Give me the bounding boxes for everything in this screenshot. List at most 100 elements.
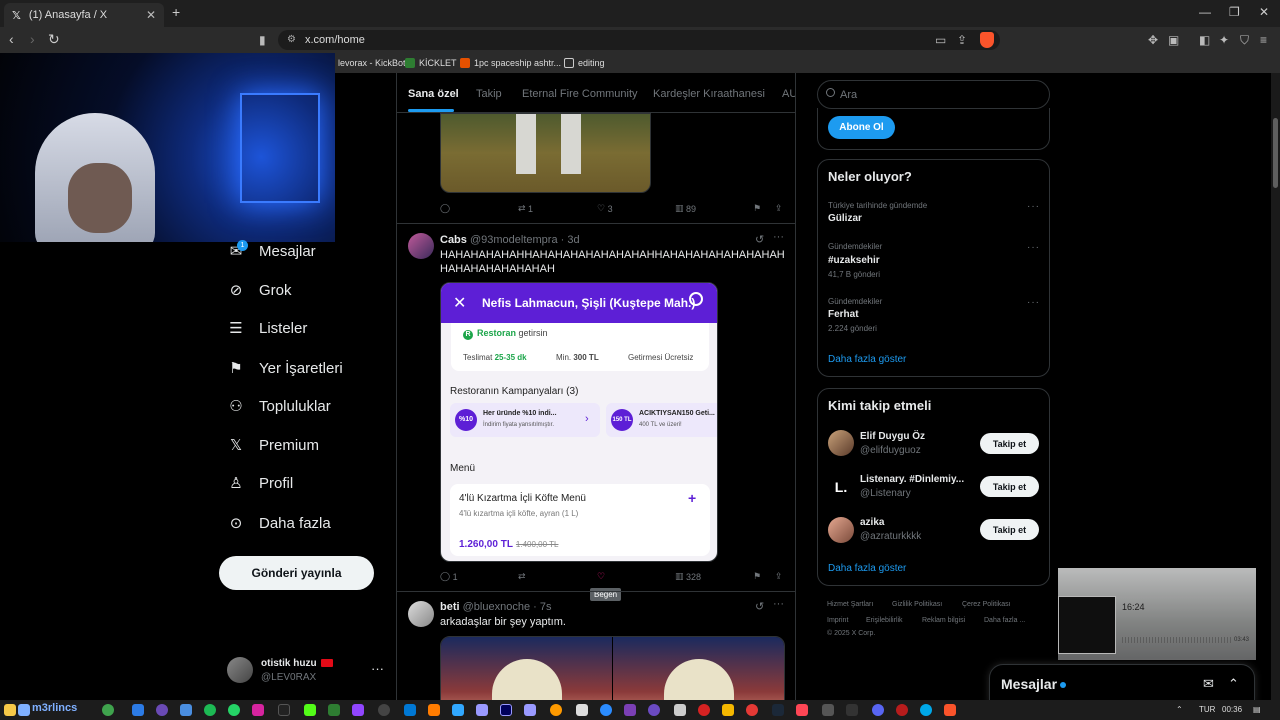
footer-link[interactable]: Reklam bilgisi xyxy=(922,617,965,624)
bookmark-item[interactable]: KİCKLET xyxy=(405,58,457,68)
app-icon[interactable] xyxy=(920,704,932,716)
post-image[interactable]: ✕ Nefis Lahmacun, Şişli (Kuştepe Mah.) R… xyxy=(440,282,718,562)
footer-link[interactable]: Daha fazla ... xyxy=(984,617,1025,624)
close-window-icon[interactable]: ✕ xyxy=(1259,5,1269,19)
tiktok-icon[interactable] xyxy=(278,704,290,716)
app-icon[interactable] xyxy=(18,704,30,716)
close-tab-icon[interactable]: ✕ xyxy=(146,8,156,22)
app-icon[interactable] xyxy=(746,704,758,716)
bookmark-button[interactable]: ⚑ xyxy=(753,571,761,582)
app-icon[interactable] xyxy=(102,704,114,716)
views-button[interactable]: ▥ 328 xyxy=(675,571,701,582)
app-icon[interactable] xyxy=(624,704,636,716)
app-icon[interactable] xyxy=(180,704,192,716)
post-media[interactable] xyxy=(440,113,651,193)
app-icon[interactable] xyxy=(576,704,588,716)
suggested-user-name[interactable]: Listenary. #Dinlemiy... xyxy=(860,474,964,485)
app-icon[interactable] xyxy=(846,704,858,716)
media-player-overlay[interactable]: 16:24 03:43 xyxy=(1058,568,1256,660)
after-effects-icon[interactable] xyxy=(500,704,512,716)
back-icon[interactable]: ‹ xyxy=(9,31,14,47)
sidebar-item-more[interactable]: ⊙ Daha fazla xyxy=(227,509,331,537)
follow-button[interactable]: Takip et xyxy=(980,519,1039,540)
app-icon[interactable] xyxy=(698,704,710,716)
app-icon[interactable] xyxy=(674,704,686,716)
search-input[interactable]: Ara xyxy=(817,80,1050,109)
trend-item[interactable]: #uzaksehir xyxy=(828,255,880,266)
url-bar[interactable]: ⚙ x.com/home xyxy=(278,30,1000,50)
more-options-icon[interactable]: ··· xyxy=(1027,201,1040,212)
follow-button[interactable]: Takip et xyxy=(980,476,1039,497)
whatsapp-icon[interactable] xyxy=(228,704,240,716)
bookmark-page-icon[interactable]: ▮ xyxy=(259,33,266,47)
language-indicator[interactable]: TUR xyxy=(1199,705,1215,714)
scrollbar-thumb[interactable] xyxy=(1273,118,1278,188)
avatar[interactable] xyxy=(828,430,854,456)
media-encoder-icon[interactable] xyxy=(476,704,488,716)
app-icon[interactable] xyxy=(896,704,908,716)
tray-expand-icon[interactable]: ⌃ xyxy=(1176,705,1183,714)
clock[interactable]: 00:36 xyxy=(1222,705,1242,714)
more-options-icon[interactable]: ··· xyxy=(773,231,784,243)
footer-link[interactable]: Gizlilik Politikası xyxy=(892,601,942,608)
ai-icon[interactable]: ✦ xyxy=(1219,33,1229,47)
tab-following[interactable]: Takip xyxy=(476,88,502,100)
more-options-icon[interactable]: ··· xyxy=(773,598,784,610)
app-icon[interactable] xyxy=(722,704,734,716)
notifications-icon[interactable]: ▤ xyxy=(1253,705,1261,714)
wallet-icon[interactable]: ▣ xyxy=(1168,33,1179,47)
avatar[interactable] xyxy=(408,601,434,627)
share-button[interactable]: ⇪ xyxy=(775,571,783,582)
bookmark-item[interactable]: levorax - KickBot xyxy=(338,58,406,68)
app-icon[interactable] xyxy=(4,704,16,716)
footer-link[interactable]: Erişilebilirlik xyxy=(866,617,903,624)
reply-button[interactable]: ◯ xyxy=(440,203,450,214)
scrollbar[interactable] xyxy=(1271,73,1280,700)
author-name[interactable]: beti xyxy=(440,601,460,613)
app-icon[interactable] xyxy=(822,704,834,716)
views-button[interactable]: ▥ 89 xyxy=(675,203,696,214)
sidebar-item-communities[interactable]: ⚇ Topluluklar xyxy=(227,392,330,420)
post-media[interactable] xyxy=(440,636,785,700)
app-icon[interactable] xyxy=(404,704,416,716)
avatar[interactable] xyxy=(828,517,854,543)
brave-icon[interactable] xyxy=(944,704,956,716)
more-options-icon[interactable]: ··· xyxy=(371,661,384,676)
tab-au[interactable]: AU xyxy=(782,88,795,100)
post-button[interactable]: Gönderi yayınla xyxy=(219,556,374,590)
photoshop-icon[interactable] xyxy=(452,704,464,716)
steam-icon[interactable] xyxy=(772,704,784,716)
sidebar-item-grok[interactable]: ⊘ Grok xyxy=(227,276,292,304)
app-icon[interactable] xyxy=(550,704,562,716)
subscribe-button[interactable]: Abone Ol xyxy=(828,116,895,139)
more-options-icon[interactable]: ··· xyxy=(1027,297,1040,308)
vpn-icon[interactable]: ⛉ xyxy=(1240,33,1249,48)
app-icon[interactable] xyxy=(648,704,660,716)
reload-icon[interactable]: ↻ xyxy=(48,31,60,48)
app-icon[interactable] xyxy=(796,704,808,716)
suggested-user-name[interactable]: azika xyxy=(860,517,884,528)
obs-icon[interactable] xyxy=(378,704,390,716)
vscode-icon[interactable] xyxy=(132,704,144,716)
account-switcher[interactable]: otistik huzu @LEV0RAX ··· xyxy=(227,655,387,687)
footer-link[interactable]: Hizmet Şartları xyxy=(827,601,873,608)
sidebar-item-lists[interactable]: ☰ Listeler xyxy=(227,314,307,342)
follow-button[interactable]: Takip et xyxy=(980,433,1039,454)
twitch-icon[interactable] xyxy=(352,704,364,716)
author-name[interactable]: Cabs xyxy=(440,234,467,246)
sidebar-toggle-icon[interactable]: ◧ xyxy=(1199,33,1210,47)
post-time[interactable]: 3d xyxy=(567,234,579,246)
sidebar-item-premium[interactable]: 𝕏 Premium xyxy=(227,431,319,459)
premiere-icon[interactable] xyxy=(524,704,536,716)
app-icon[interactable] xyxy=(600,704,612,716)
bookmark-item[interactable]: 1pc spaceship ashtr... xyxy=(460,58,561,68)
author-handle[interactable]: @93modeltempra xyxy=(470,234,558,246)
sidebar-item-profile[interactable]: ♙ Profil xyxy=(227,469,293,497)
show-more-trends-link[interactable]: Daha fazla göster xyxy=(828,354,906,365)
maximize-icon[interactable]: ❐ xyxy=(1229,5,1240,19)
trend-item[interactable]: Ferhat xyxy=(828,309,859,320)
expand-icon[interactable]: ⌃ xyxy=(1228,676,1239,692)
brave-shields-icon[interactable] xyxy=(980,32,994,48)
like-button[interactable]: ♡ xyxy=(597,571,605,582)
bookmark-folder[interactable]: editing xyxy=(564,58,605,68)
